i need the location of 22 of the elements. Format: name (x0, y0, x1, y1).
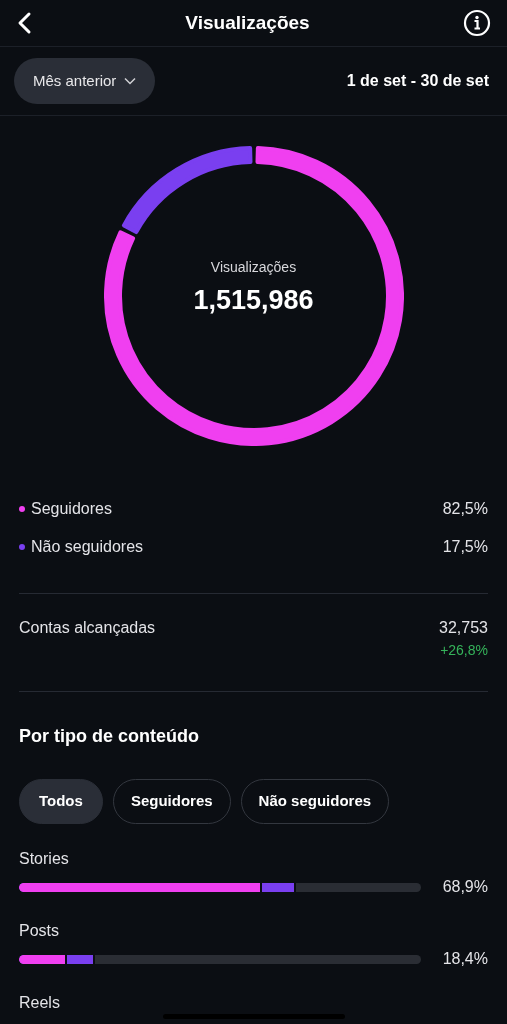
donut-label: Visualizações (210, 258, 297, 278)
legend-label: Não seguidores (31, 536, 144, 557)
content-type-label: Stories (19, 849, 70, 869)
reach-change: +26,8% (440, 641, 488, 660)
page-title: Visualizações (185, 10, 310, 35)
legend-label: Seguidores (31, 498, 112, 519)
date-range: 1 de set - 30 de set (346, 71, 489, 91)
legend-value: 82,5% (442, 498, 488, 519)
period-dropdown[interactable]: Mês anterior (14, 58, 156, 104)
content-type-value: 18,4% (442, 949, 488, 969)
filter-tab[interactable]: Todos (19, 779, 103, 824)
back-icon[interactable] (16, 11, 32, 35)
content-type-value: 68,9% (442, 877, 488, 897)
content-type-label: Posts (19, 921, 60, 941)
donut-total: 1,515,986 (193, 284, 314, 318)
section-title: Por tipo de conteúdo (19, 725, 200, 748)
reach-value: 32,753 (439, 618, 488, 638)
info-icon[interactable] (463, 9, 491, 37)
reach-label: Contas alcançadas (19, 618, 156, 638)
content-type-label: Reels (19, 993, 61, 1013)
legend-value: 17,5% (442, 536, 488, 557)
chevron-down-icon (124, 77, 137, 85)
